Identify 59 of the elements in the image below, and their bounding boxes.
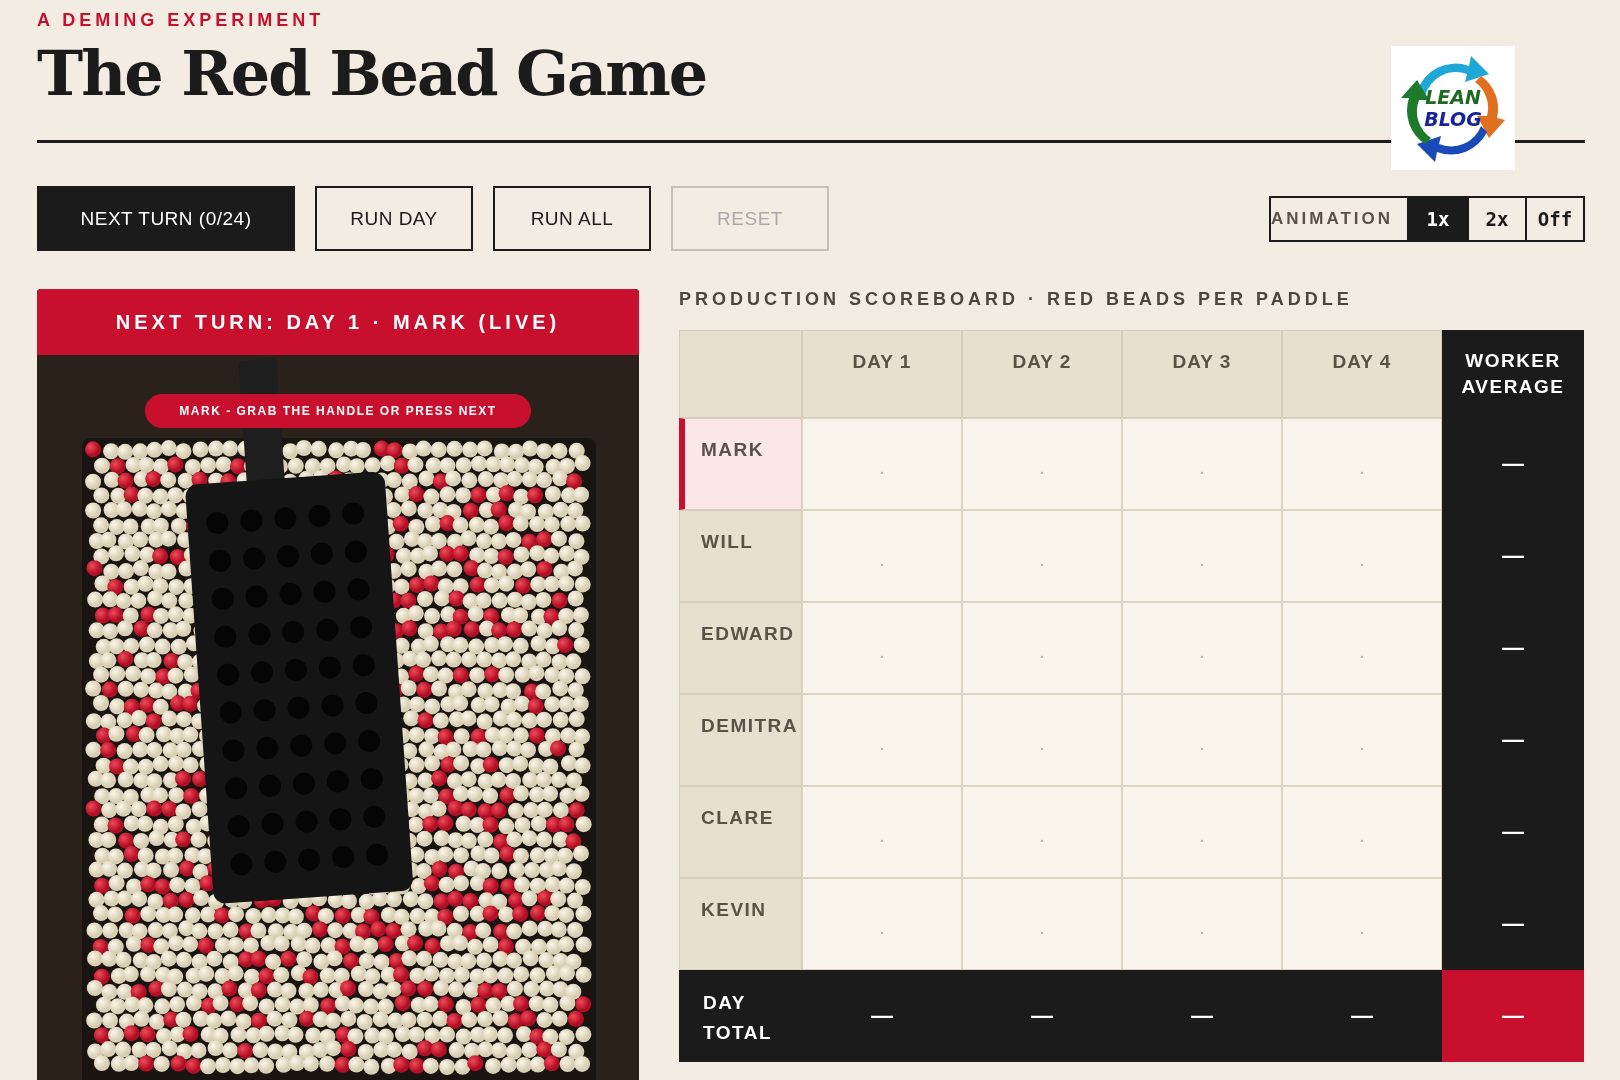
average-cell: — <box>1442 602 1584 694</box>
total-cell: — <box>1282 970 1442 1062</box>
table-cell: · <box>802 602 962 694</box>
day-total-label: DAY TOTAL <box>679 970 802 1062</box>
next-turn-button[interactable]: NEXT TURN (0/24) <box>37 186 295 251</box>
table-cell: · <box>1122 418 1282 510</box>
table-cell: · <box>1282 694 1442 786</box>
table-cell: · <box>1122 878 1282 970</box>
worker-name: DEMITRA <box>679 694 802 786</box>
page-title: The Red Bead Game <box>37 37 707 110</box>
logo-text: LEAN BLOG <box>1424 86 1482 130</box>
table-cell: · <box>802 694 962 786</box>
action-button[interactable]: RUN DAY <box>315 186 473 251</box>
table-cell: · <box>1282 602 1442 694</box>
table-cell: · <box>1122 602 1282 694</box>
column-header: DAY 4 <box>1282 330 1442 418</box>
total-cell: — <box>1122 970 1282 1062</box>
average-cell: — <box>1442 878 1584 970</box>
action-button[interactable]: RUN ALL <box>493 186 651 251</box>
table-cell: · <box>962 786 1122 878</box>
worker-name: EDWARD <box>679 602 802 694</box>
table-cell: · <box>1122 786 1282 878</box>
table-cell: · <box>1122 510 1282 602</box>
total-cell: — <box>802 970 962 1062</box>
average-cell: — <box>1442 694 1584 786</box>
speed-option[interactable]: 1x <box>1409 197 1467 240</box>
overall-total-cell: — <box>1442 970 1584 1062</box>
table-cell: · <box>962 510 1122 602</box>
table-cell: · <box>1282 786 1442 878</box>
table-cell: · <box>1282 510 1442 602</box>
scoreboard-title: PRODUCTION SCOREBOARD · RED BEADS PER PADDLE <box>679 289 1354 310</box>
table-cell: · <box>802 878 962 970</box>
column-header: DAY 2 <box>962 330 1122 418</box>
table-cell: · <box>962 602 1122 694</box>
average-cell: — <box>1442 786 1584 878</box>
table-cell: · <box>1282 878 1442 970</box>
table-cell: · <box>962 878 1122 970</box>
table-cell: · <box>802 510 962 602</box>
worker-name: KEVIN <box>679 878 802 970</box>
worker-name: CLARE <box>679 786 802 878</box>
table-cell: · <box>802 418 962 510</box>
table-cell: · <box>962 694 1122 786</box>
table-cell: · <box>802 786 962 878</box>
turn-banner: NEXT TURN: DAY 1 · MARK (LIVE) <box>37 289 639 355</box>
eyebrow-text: A DEMING EXPERIMENT <box>37 10 326 31</box>
table-cell: · <box>1282 418 1442 510</box>
hint-label: MARK - GRAB THE HANDLE OR PRESS NEXT <box>145 394 531 428</box>
column-header: DAY 3 <box>1122 330 1282 418</box>
worker-name: MARK <box>679 418 802 510</box>
table-cell: · <box>1122 694 1282 786</box>
column-header: WORKER AVERAGE <box>1442 330 1584 418</box>
average-cell: — <box>1442 418 1584 510</box>
table-cell: · <box>962 418 1122 510</box>
total-cell: — <box>962 970 1122 1062</box>
speed-option[interactable]: Off <box>1525 197 1583 240</box>
worker-name: WILL <box>679 510 802 602</box>
average-cell: — <box>1442 510 1584 602</box>
column-header: DAY 1 <box>802 330 962 418</box>
speed-option[interactable]: 2x <box>1467 197 1525 240</box>
